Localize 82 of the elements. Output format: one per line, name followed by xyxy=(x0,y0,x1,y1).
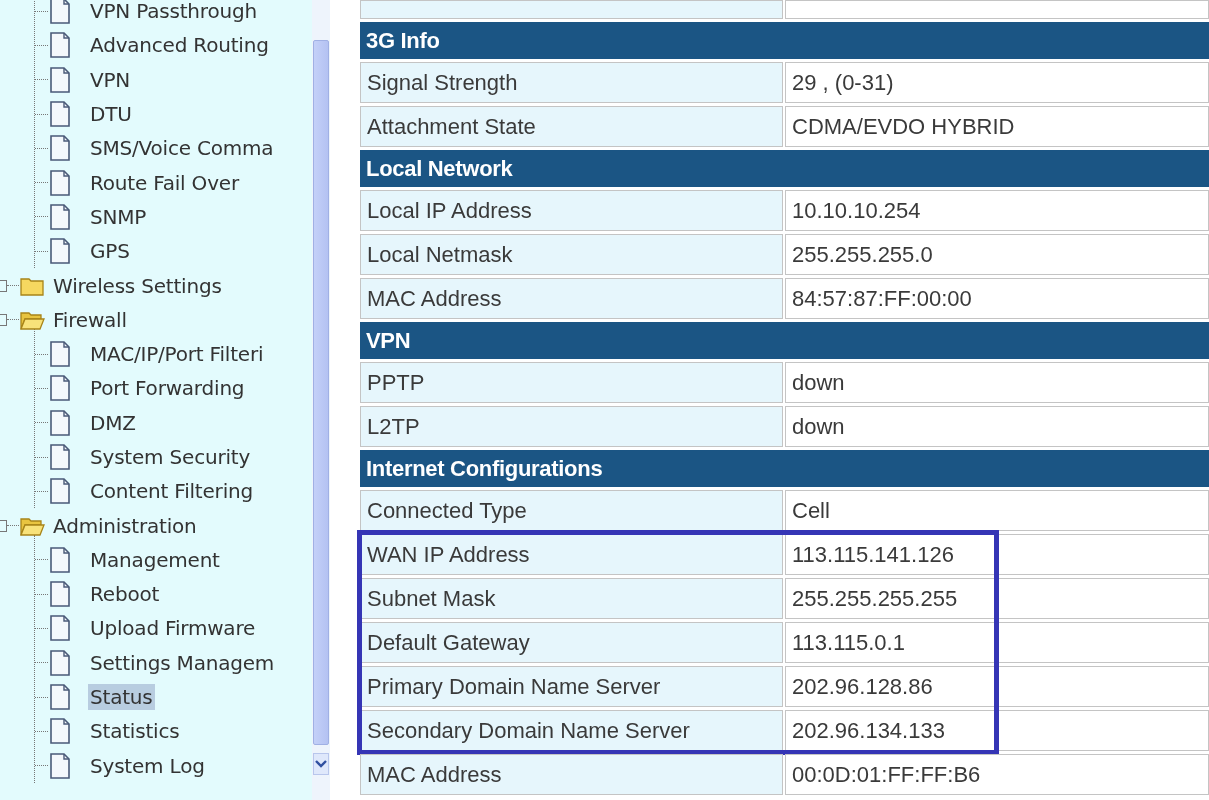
tree-item[interactable]: Statistics xyxy=(88,718,182,745)
tree-item[interactable]: Settings Managem xyxy=(88,649,277,676)
table-cell: Secondary Domain Name Server xyxy=(360,710,783,751)
page-icon xyxy=(48,581,72,608)
page-icon xyxy=(48,32,72,59)
page-icon xyxy=(48,238,72,265)
page-icon xyxy=(48,101,72,128)
table-cell: MAC Address xyxy=(360,754,783,795)
page-icon xyxy=(48,375,72,402)
tree-folder[interactable]: Administration xyxy=(53,513,197,538)
table-cell: 113.115.141.126 xyxy=(785,534,1209,575)
tree-item[interactable]: DTU xyxy=(88,101,134,128)
tree-item[interactable]: VPN xyxy=(88,66,133,93)
tree-item[interactable]: VPN Passthrough xyxy=(88,0,259,25)
table-cell: Local Netmask xyxy=(360,234,783,275)
table-cell: WAN IP Address xyxy=(360,534,783,575)
table-cell: PPTP xyxy=(360,362,783,403)
tree-item[interactable]: SMS/Voice Comma xyxy=(88,135,276,162)
page-icon xyxy=(48,169,72,196)
table-cell: Primary Domain Name Server xyxy=(360,666,783,707)
tree-folder[interactable]: Firewall xyxy=(53,307,127,332)
tree-toggle-icon[interactable] xyxy=(0,519,7,532)
scrollbar[interactable] xyxy=(312,0,330,800)
page-icon xyxy=(48,444,72,470)
table-cell: Cell xyxy=(785,490,1209,531)
page-icon xyxy=(48,341,72,368)
section-header: VPN xyxy=(360,322,1209,359)
tree-item[interactable]: Advanced Routing xyxy=(88,32,271,59)
page-icon xyxy=(48,546,72,573)
table-cell: 84:57:87:FF:00:00 xyxy=(785,278,1209,319)
tree-item[interactable]: Port Forwarding xyxy=(88,375,247,402)
chevron-down-icon xyxy=(315,760,327,768)
page-icon xyxy=(48,684,72,711)
tree-item[interactable]: DMZ xyxy=(88,409,138,436)
tree-item[interactable]: Management xyxy=(88,546,222,573)
tree-folder[interactable]: Wireless Settings xyxy=(53,273,222,298)
page-icon xyxy=(48,135,72,162)
section-header: Internet Configurations xyxy=(360,450,1209,487)
scrollbar-thumb[interactable] xyxy=(313,40,329,745)
tree-item[interactable]: Reboot xyxy=(88,581,162,608)
page-icon xyxy=(48,203,72,230)
table-cell: L2TP xyxy=(360,406,783,447)
page-icon xyxy=(48,478,72,505)
tree-item[interactable]: System Log xyxy=(88,752,207,779)
table-cell: 255.255.255.0 xyxy=(785,234,1209,275)
table-cell: 202.96.134.133 xyxy=(785,710,1209,751)
tree-item[interactable]: Status xyxy=(88,684,155,711)
table-cell: Attachment State xyxy=(360,106,783,147)
tree-item[interactable]: SNMP xyxy=(88,203,149,230)
tree-item[interactable]: GPS xyxy=(88,238,132,265)
table-cell: Subnet Mask xyxy=(360,578,783,619)
section-header: 3G Info xyxy=(360,22,1209,59)
table-cell: CDMA/EVDO HYBRID xyxy=(785,106,1209,147)
table-cell: down xyxy=(785,362,1209,403)
table-cell: 29 , (0-31) xyxy=(785,62,1209,103)
tree-item[interactable]: Content Filtering xyxy=(88,478,255,505)
table-cell: MAC Address xyxy=(360,278,783,319)
tree-item[interactable]: Upload Firmware xyxy=(88,615,258,642)
page-icon xyxy=(48,649,72,676)
table-cell: Default Gateway xyxy=(360,622,783,663)
page-icon xyxy=(48,409,72,436)
tree-item[interactable]: System Security xyxy=(88,444,253,470)
page-icon xyxy=(48,718,72,745)
page-icon xyxy=(48,0,72,25)
table-cell: Local IP Address xyxy=(360,190,783,231)
table-cell: Connected Type xyxy=(360,490,783,531)
table-cell: down xyxy=(785,406,1209,447)
table-cell: 10.10.10.254 xyxy=(785,190,1209,231)
table-cell: 113.115.0.1 xyxy=(785,622,1209,663)
tree-item[interactable]: MAC/IP/Port Filteri xyxy=(88,341,266,368)
table-cell: Signal Strength xyxy=(360,62,783,103)
table-cell: 202.96.128.86 xyxy=(785,666,1209,707)
tree-toggle-icon[interactable] xyxy=(0,279,7,292)
page-icon xyxy=(48,66,72,93)
table-cell: 255.255.255.255 xyxy=(785,578,1209,619)
page-icon xyxy=(48,752,72,779)
scroll-down-button[interactable] xyxy=(313,753,329,775)
section-header: Local Network xyxy=(360,150,1209,187)
tree-toggle-icon[interactable] xyxy=(0,313,7,326)
page-icon xyxy=(48,615,72,642)
tree-item[interactable]: Route Fail Over xyxy=(88,169,241,196)
table-cell: 00:0D:01:FF:FF:B6 xyxy=(785,754,1209,795)
